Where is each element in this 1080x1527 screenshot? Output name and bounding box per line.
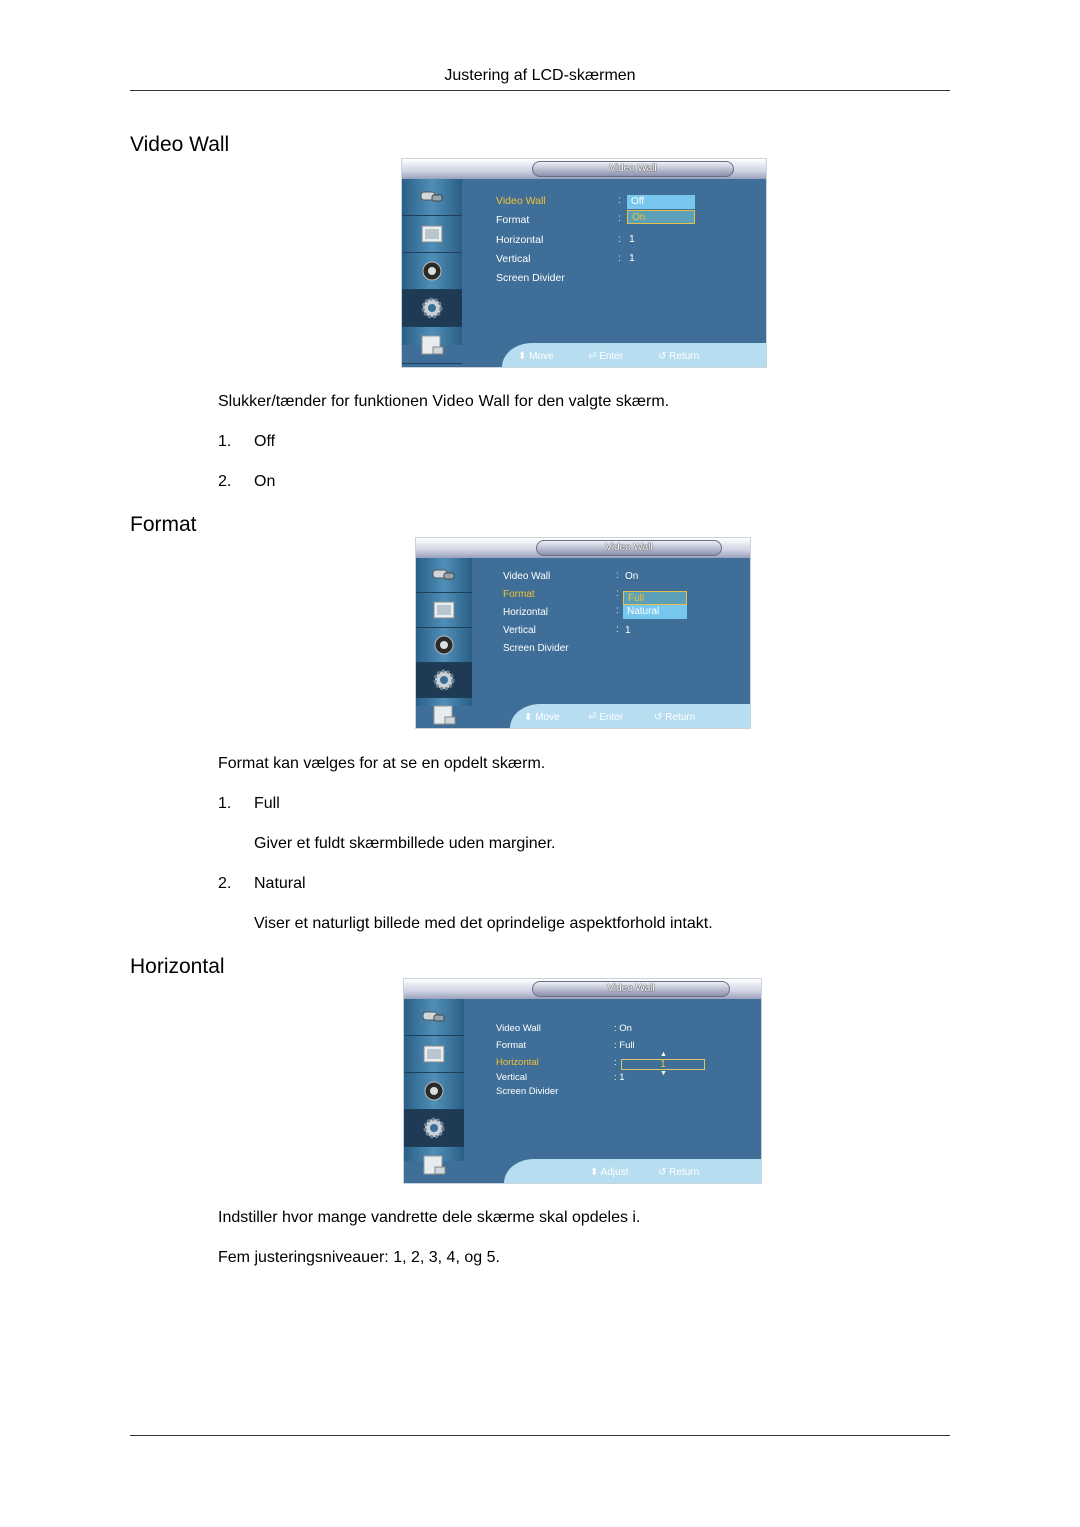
- footer-move: ⬍ Move: [524, 712, 560, 723]
- section-description-format: Format kan vælges for at se en opdelt sk…: [218, 755, 546, 772]
- up-down-icon: ⬍: [518, 351, 530, 362]
- up-down-icon: ⬍: [524, 712, 536, 723]
- osd-value-vertical: 1: [629, 252, 635, 264]
- osd-row-video-wall[interactable]: Video Wall: [503, 571, 550, 582]
- spinner-up-arrow-icon[interactable]: ▲: [660, 1051, 667, 1058]
- input-icon[interactable]: [416, 558, 472, 593]
- osd-row-horizontal[interactable]: Horizontal: [496, 1057, 539, 1068]
- enter-icon: ⏎: [588, 712, 600, 723]
- picture-icon[interactable]: [404, 1036, 464, 1073]
- osd-row-video-wall[interactable]: Video Wall: [496, 195, 546, 207]
- up-down-icon: ⬍: [590, 1167, 601, 1178]
- spinner-down-arrow-icon[interactable]: ▼: [660, 1070, 667, 1077]
- osd-value-video-wall: : On: [614, 1023, 632, 1034]
- footer-return: ↺ Return: [654, 712, 696, 723]
- return-icon: ↺: [654, 712, 666, 723]
- footer-rule: [130, 1435, 950, 1436]
- osd-sidebar: [416, 558, 472, 725]
- adjustment-levels-text: Fem justeringsniveauer: 1, 2, 3, 4, og 5…: [218, 1249, 500, 1266]
- multi-control-icon[interactable]: [416, 698, 472, 728]
- footer-enter: ⏎ Enter: [588, 351, 624, 362]
- list-item-off: Off: [254, 433, 276, 450]
- input-icon[interactable]: [404, 999, 464, 1036]
- osd-row-horizontal[interactable]: Horizontal: [503, 607, 548, 618]
- dropdown-option-off[interactable]: Off: [627, 195, 695, 209]
- osd-value-video-wall: On: [625, 571, 639, 582]
- footer-enter: ⏎ Enter: [588, 712, 624, 723]
- multi-control-icon[interactable]: [402, 327, 462, 364]
- section-heading-format: Format: [130, 513, 197, 536]
- osd-row-screen-divider[interactable]: Screen Divider: [503, 643, 569, 654]
- list-item-natural: Natural: [254, 875, 306, 892]
- osd-menu-horizontal: Video Wall Video Wall Format Horizontal …: [404, 979, 761, 1183]
- list-item-natural-detail: Viser et naturligt billede med det oprin…: [254, 915, 713, 932]
- osd-row-format[interactable]: Format: [496, 214, 529, 226]
- list-item-full: Full: [254, 795, 280, 812]
- sound-icon[interactable]: [416, 628, 472, 663]
- setup-gear-icon[interactable]: [402, 290, 462, 327]
- osd-row-vertical[interactable]: Vertical: [496, 253, 530, 265]
- footer-move: ⬍ Move: [518, 351, 554, 362]
- list-item-on: On: [254, 473, 276, 490]
- osd-row-horizontal[interactable]: Horizontal: [496, 234, 543, 246]
- osd-menu-format: Video Wall Video Wall Format Horizontal …: [416, 538, 750, 728]
- sound-icon[interactable]: [404, 1073, 464, 1110]
- osd-row-screen-divider[interactable]: Screen Divider: [496, 272, 565, 284]
- dropdown-option-natural[interactable]: Natural: [623, 605, 687, 619]
- setup-gear-icon[interactable]: [416, 663, 472, 698]
- footer-return: ↺ Return: [658, 1167, 700, 1178]
- footer-return: ↺ Return: [658, 351, 700, 362]
- sound-icon[interactable]: [402, 253, 462, 290]
- osd-value-vertical: : 1: [614, 1072, 625, 1083]
- horizontal-spinner[interactable]: 1: [621, 1059, 705, 1070]
- dropdown-option-on[interactable]: On: [627, 210, 695, 224]
- page-header-title: Justering af LCD-skærmen: [444, 67, 636, 84]
- section-heading-video-wall: Video Wall: [130, 133, 230, 156]
- osd-row-screen-divider[interactable]: Screen Divider: [496, 1086, 558, 1097]
- osd-value-format: : Full: [614, 1040, 635, 1051]
- return-icon: ↺: [658, 351, 670, 362]
- osd-row-video-wall[interactable]: Video Wall: [496, 1023, 541, 1034]
- osd-value-vertical: 1: [625, 625, 631, 636]
- section-description-horizontal: Indstiller hvor mange vandrette dele skæ…: [218, 1209, 641, 1226]
- osd-row-vertical[interactable]: Vertical: [503, 625, 536, 636]
- osd-sidebar: [402, 179, 462, 364]
- input-icon[interactable]: [402, 179, 462, 216]
- osd-row-vertical[interactable]: Vertical: [496, 1072, 527, 1083]
- osd-row-format[interactable]: Format: [496, 1040, 526, 1051]
- picture-icon[interactable]: [416, 593, 472, 628]
- osd-row-format[interactable]: Format: [503, 589, 535, 600]
- setup-gear-icon[interactable]: [404, 1110, 464, 1147]
- osd-sidebar: [404, 999, 464, 1175]
- dropdown-option-full[interactable]: Full: [623, 591, 687, 605]
- picture-icon[interactable]: [402, 216, 462, 253]
- osd-title: Video Wall: [532, 981, 730, 997]
- osd-title: Video Wall: [532, 161, 734, 177]
- osd-menu-video-wall: Video Wall Video Wall Format Horizontal …: [402, 159, 766, 367]
- osd-title: Video Wall: [536, 540, 722, 556]
- section-heading-horizontal: Horizontal: [130, 955, 225, 978]
- osd-value-horizontal-colon: :: [614, 1057, 617, 1068]
- section-description-video-wall: Slukker/tænder for funktionen Video Wall…: [218, 393, 670, 410]
- header-rule: [130, 90, 950, 91]
- enter-icon: ⏎: [588, 351, 600, 362]
- osd-value-horizontal: 1: [629, 233, 635, 245]
- list-item-full-detail: Giver et fuldt skærmbillede uden margine…: [254, 835, 556, 852]
- footer-adjust: ⬍ Adjust: [590, 1167, 629, 1178]
- return-icon: ↺: [658, 1167, 670, 1178]
- multi-control-icon[interactable]: [404, 1147, 464, 1183]
